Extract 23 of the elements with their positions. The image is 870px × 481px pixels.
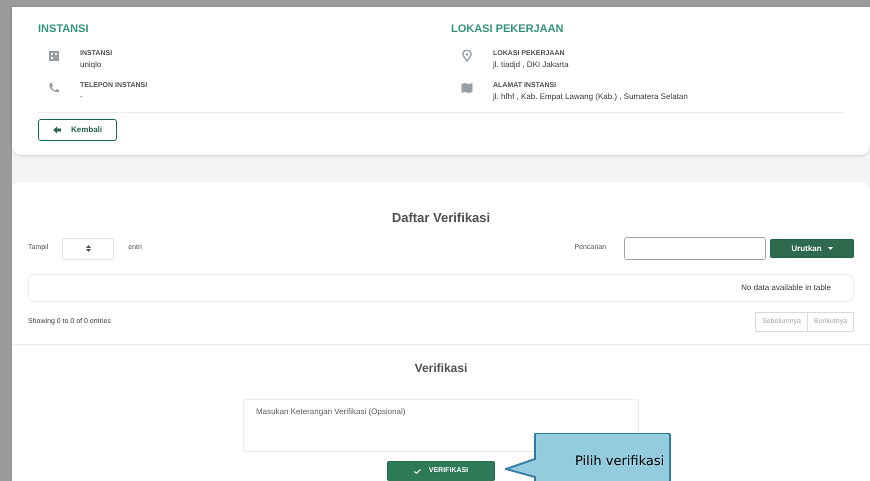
location-pin-icon [461,50,473,62]
sort-arrows-icon [86,245,91,252]
back-button[interactable]: Kembali [38,118,118,140]
section-heading: INSTANSI [38,22,90,37]
verification-title: Verifikasi [414,360,468,377]
caret-icon [828,247,833,250]
remarks-field[interactable]: Masukan Keterangan Verifikasi (Opsional) [243,399,639,452]
sort-button[interactable]: Urutkan [770,239,854,258]
field-value: jl. hfhf , Kab. Empat Lawang (Kab.) , Sumatera Selatan [493,90,688,102]
empty-table-message: No data available in table [741,282,831,294]
phone-icon [48,82,60,94]
section-heading: LOKASI PEKERJAAN [451,22,564,37]
list-title: Daftar Verifikasi [390,208,492,226]
field-value: - [80,90,84,102]
entries-select[interactable] [62,238,114,260]
checkmark-icon [414,468,421,474]
search-field[interactable] [624,237,766,260]
callout-text: Pilih verifikasi [575,453,664,471]
arrow-left-icon [53,126,61,134]
field-value: jl. tiadjd , DKI Jakarta [493,58,569,70]
map-icon [461,82,473,94]
field-value: uniqlo [80,58,102,70]
building-icon [48,50,60,62]
